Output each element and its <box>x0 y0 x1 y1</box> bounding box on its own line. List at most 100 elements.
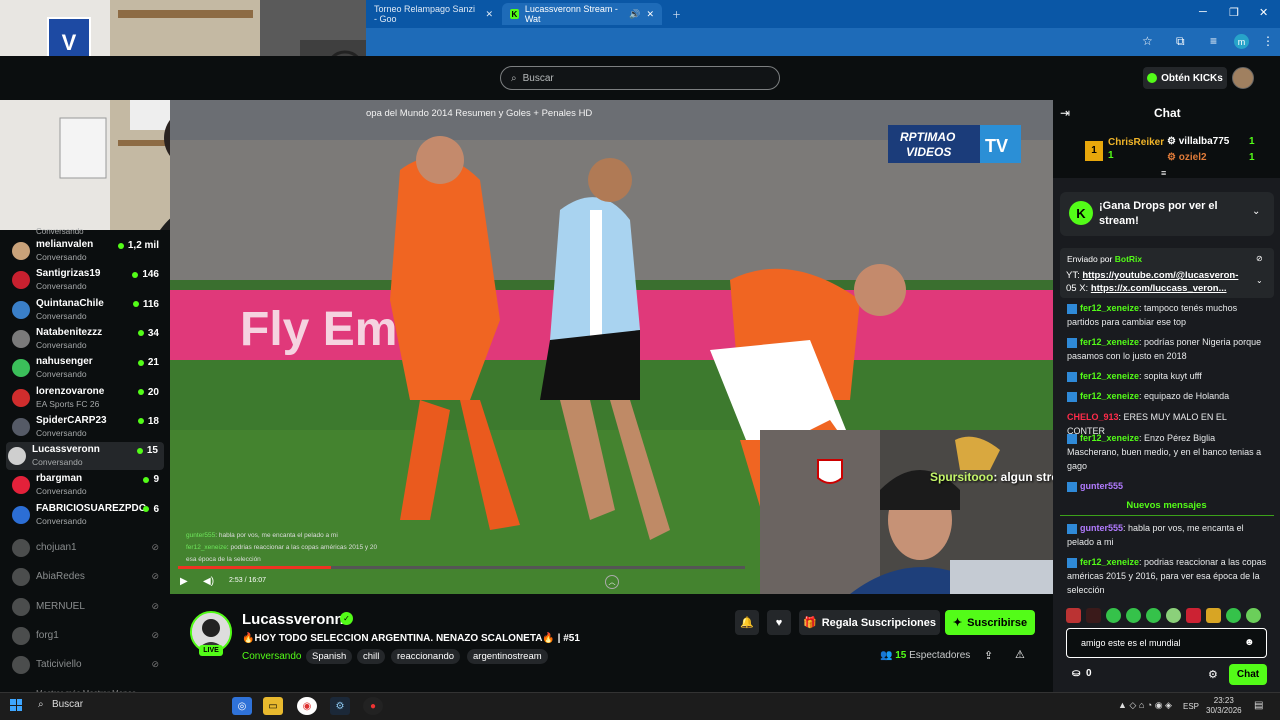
star-icon[interactable]: ☆ <box>1142 34 1153 48</box>
play-icon[interactable]: ▶ <box>180 576 188 587</box>
kick-badge-icon <box>1067 391 1077 402</box>
channel-category: Conversando <box>36 369 87 380</box>
menu-icon[interactable]: ⋮ <box>1262 34 1274 48</box>
close-icon[interactable]: ✕ <box>485 9 493 20</box>
emote-icon[interactable] <box>1226 608 1241 623</box>
report-icon[interactable]: ⚠ <box>1015 648 1025 661</box>
notification-bell-icon[interactable]: 🔔 <box>735 610 759 635</box>
copilot-icon[interactable]: ◎ <box>232 697 252 715</box>
browser-tab-torneo[interactable]: Torneo Relampago Sanzi - Goo ✕ <box>366 3 501 25</box>
emote-icon[interactable] <box>1066 608 1081 623</box>
tag-reaccionando[interactable]: reaccionando <box>391 649 461 664</box>
sidebar-channel-quintanachile[interactable]: QuintanaChile Conversando 116 <box>10 296 165 324</box>
file-explorer-icon[interactable]: ▭ <box>263 697 283 715</box>
follow-heart-icon[interactable]: ♥ <box>767 610 791 635</box>
gear-icon[interactable]: ⚙ <box>1208 668 1218 681</box>
emote-icon[interactable] <box>1166 608 1181 623</box>
emote-icon[interactable] <box>1246 608 1261 623</box>
leader-third-name: ⚙ oziel2 <box>1167 152 1207 163</box>
channel-avatar <box>12 539 30 557</box>
windows-start-icon[interactable] <box>10 699 22 711</box>
kick-coin-icon <box>1147 73 1158 83</box>
live-dot-icon <box>132 301 139 308</box>
tab-label: Torneo Relampago Sanzi - Goo <box>374 4 476 24</box>
tab-label: Lucassveronn Stream - Wat <box>524 4 618 24</box>
steam-icon[interactable]: ⚙ <box>330 697 350 715</box>
gift-icon: 🎁 <box>802 617 817 629</box>
emote-icon[interactable] <box>1146 608 1161 623</box>
chevron-down-icon[interactable]: ⌄ <box>1256 276 1263 285</box>
sidebar-channel-chojuan1[interactable]: chojuan1 ⊘ <box>10 534 165 562</box>
leader-second-count: 1 <box>1249 136 1255 147</box>
input-language[interactable]: ESP <box>1183 702 1199 711</box>
tag-chill[interactable]: chill <box>357 649 386 664</box>
sidebar-channel-melianvalen[interactable]: melianvalen Conversando 1,2 mil <box>10 237 165 265</box>
tag-argentinostream[interactable]: argentinostream <box>467 649 548 664</box>
emote-icon[interactable] <box>1126 608 1141 623</box>
subscribe-label: Suscribirse <box>967 616 1028 629</box>
stream-category[interactable]: Conversando <box>242 651 301 662</box>
sidebar-channel-forg1[interactable]: forg1 ⊘ <box>10 622 165 650</box>
sidebar-channel-fabriciosuarezpdc[interactable]: FABRICIOSUAREZPDC Conversando 6 <box>10 501 165 529</box>
expand-icon[interactable]: ≡ <box>1161 168 1166 178</box>
clock[interactable]: 23:23 30/3/2026 <box>1206 696 1242 716</box>
x-link[interactable]: https://x.com/luccass_veron... <box>1091 283 1227 294</box>
minimize-icon[interactable]: ─ <box>1199 6 1207 18</box>
emoji-icon[interactable]: ☻ <box>1244 637 1255 648</box>
chrome-icon[interactable]: ◉ <box>297 697 317 715</box>
leader-third-count: 1 <box>1249 152 1255 163</box>
browser-tab-stream[interactable]: K Lucassveronn Stream - Wat 🔊 ✕ <box>502 3 662 25</box>
volume-icon[interactable]: ◀) <box>203 576 214 587</box>
sidebar-channel-nahusenger[interactable]: nahusenger Conversando 21 <box>10 354 165 382</box>
sidebar-channel-rbargman[interactable]: rbargman Conversando 9 <box>10 471 165 499</box>
collapse-chat-icon[interactable]: ⇥ <box>1060 106 1070 120</box>
notification-icon[interactable]: ▤ <box>1254 700 1263 711</box>
emote-icon[interactable] <box>1186 608 1201 623</box>
sidebar-channel-taticiviello[interactable]: Taticiviello ⊘ <box>10 651 165 679</box>
obs-icon[interactable]: ● <box>363 697 383 715</box>
sidebar-channel-lucassveronn[interactable]: Lucassveronn Conversando 15 <box>6 442 164 471</box>
emote-icon[interactable] <box>1106 608 1121 623</box>
kick-badge-icon <box>1067 433 1077 444</box>
channel-name: forg1 <box>36 629 59 641</box>
close-window-icon[interactable]: ✕ <box>1259 6 1268 19</box>
search-input[interactable]: ⌕ Buscar <box>500 66 780 90</box>
system-tray-icons[interactable]: ▲ ◇ ⌂ ◔ ◉ ◈ <box>1118 700 1172 711</box>
unpin-icon[interactable]: ⊘ <box>1256 254 1263 263</box>
streamer-name[interactable]: Lucassveronn <box>242 611 344 628</box>
kicks-balance[interactable]: ⛀ 0 <box>1072 668 1092 679</box>
speaker-icon[interactable]: 🔊 <box>629 9 640 20</box>
subscribe-button[interactable]: ✦ Suscribirse <box>945 610 1035 635</box>
close-icon[interactable]: ✕ <box>646 9 654 20</box>
media-icon[interactable]: ≡ <box>1210 34 1217 48</box>
taskbar-search[interactable]: ⌕ Buscar <box>38 699 83 710</box>
sidebar-channel-lorenzovarone[interactable]: lorenzovarone EA Sports FC 26 20 <box>10 384 165 412</box>
channel-viewers: 15 <box>136 445 158 456</box>
chevron-up-icon[interactable]: ︿ <box>605 575 619 589</box>
channel-avatar <box>12 329 30 348</box>
profile-avatar[interactable]: m <box>1234 34 1249 49</box>
emote-icon[interactable] <box>1206 608 1221 623</box>
share-icon[interactable]: ⇪ <box>984 649 993 662</box>
stream-title: 🔥HOY TODO SELECCION ARGENTINA. NENAZO SC… <box>242 633 580 644</box>
youtube-link[interactable]: https://youtube.com/@lucasveron- <box>1082 270 1238 281</box>
restore-icon[interactable]: ❐ <box>1229 6 1239 19</box>
sidebar-channel-spidercarp23[interactable]: SpiderCARP23 Conversando 18 <box>10 413 165 441</box>
sidebar-channel-abiaredes[interactable]: AbiaRedes ⊘ <box>10 563 165 591</box>
emote-icon[interactable] <box>1086 608 1101 623</box>
sidebar-channel-mernuel[interactable]: MERNUEL ⊘ <box>10 593 165 621</box>
sidebar-channel-natabenitezzz[interactable]: Natabenitezzz Conversando 34 <box>10 325 165 353</box>
chevron-down-icon[interactable]: ⌄ <box>1252 206 1260 217</box>
new-tab-button[interactable]: ＋ <box>664 3 689 25</box>
extensions-icon[interactable]: ⧉ <box>1176 34 1185 49</box>
get-kicks-button[interactable]: Obtén KICKs <box>1143 67 1227 89</box>
new-messages-divider[interactable]: Nuevos mensajes <box>1053 500 1280 511</box>
chat-input[interactable]: amigo este es el mundial <box>1066 628 1267 658</box>
send-chat-button[interactable]: Chat <box>1229 664 1267 685</box>
sidebar-channel-santigrizas19[interactable]: Santigrizas19 Conversando 146 <box>10 266 165 294</box>
user-avatar[interactable] <box>1232 67 1254 89</box>
channel-avatar <box>12 242 30 260</box>
pinned-sender: Enviado por BotRix <box>1067 254 1143 264</box>
gift-subs-button[interactable]: 🎁 Regala Suscripciones <box>799 610 940 635</box>
tag-spanish[interactable]: Spanish <box>306 649 353 664</box>
